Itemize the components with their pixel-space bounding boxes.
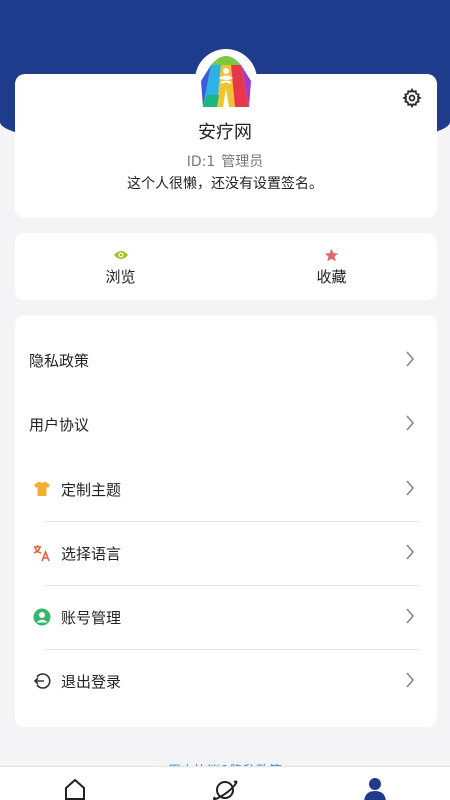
menu-card: 隐私政策 用户协议 定制主题 选择语言 账号管理 退出登录 xyxy=(15,315,437,727)
tab-profile[interactable] xyxy=(300,767,450,800)
person-icon xyxy=(364,778,386,800)
chevron-right-icon xyxy=(406,608,415,624)
menu-item-privacy-policy[interactable]: 隐私政策 xyxy=(15,328,437,392)
stats-card: 浏览 收藏 xyxy=(15,233,437,300)
stat-browse[interactable]: 浏览 xyxy=(15,233,226,300)
user-id: ID:1 xyxy=(186,154,216,170)
eye-icon xyxy=(113,247,129,263)
username: 安疗网 xyxy=(198,122,252,143)
chevron-right-icon xyxy=(406,672,415,688)
menu-item-logout[interactable]: 退出登录 xyxy=(15,649,437,713)
menu-item-user-agreement[interactable]: 用户协议 xyxy=(15,392,437,456)
menu-item-label: 账号管理 xyxy=(61,608,122,627)
chevron-right-icon xyxy=(406,480,415,496)
menu-item-label: 隐私政策 xyxy=(29,351,90,370)
translate-icon xyxy=(32,543,52,563)
stat-favorites-label: 收藏 xyxy=(316,268,347,286)
user-circle-icon xyxy=(32,607,52,627)
menu-item-account-management[interactable]: 账号管理 xyxy=(15,585,437,649)
chevron-right-icon xyxy=(406,351,415,367)
chevron-right-icon xyxy=(406,415,415,431)
user-id-line: ID:1 管理员 xyxy=(0,151,450,171)
menu-item-label: 选择语言 xyxy=(61,544,122,563)
star-icon xyxy=(324,247,339,263)
chevron-right-icon xyxy=(406,544,415,560)
shirt-icon xyxy=(32,479,52,499)
user-bio: 这个人很懒，还没有设置签名。 xyxy=(127,176,323,192)
avatar[interactable] xyxy=(197,51,255,111)
menu-item-select-language[interactable]: 选择语言 xyxy=(15,521,437,585)
tab-discover[interactable] xyxy=(150,767,300,800)
gear-icon[interactable] xyxy=(401,87,423,109)
planet-icon xyxy=(213,780,238,800)
user-role: 管理员 xyxy=(221,154,264,170)
bottom-tab-bar xyxy=(0,766,450,800)
menu-item-label: 退出登录 xyxy=(61,672,122,691)
tab-home[interactable] xyxy=(0,767,150,800)
menu-item-label: 定制主题 xyxy=(61,480,122,499)
home-icon xyxy=(65,778,85,800)
menu-item-custom-theme[interactable]: 定制主题 xyxy=(15,457,437,521)
menu-item-label: 用户协议 xyxy=(29,415,90,434)
stat-favorites[interactable]: 收藏 xyxy=(226,233,437,300)
logout-icon xyxy=(32,671,52,691)
stat-browse-label: 浏览 xyxy=(105,268,136,286)
